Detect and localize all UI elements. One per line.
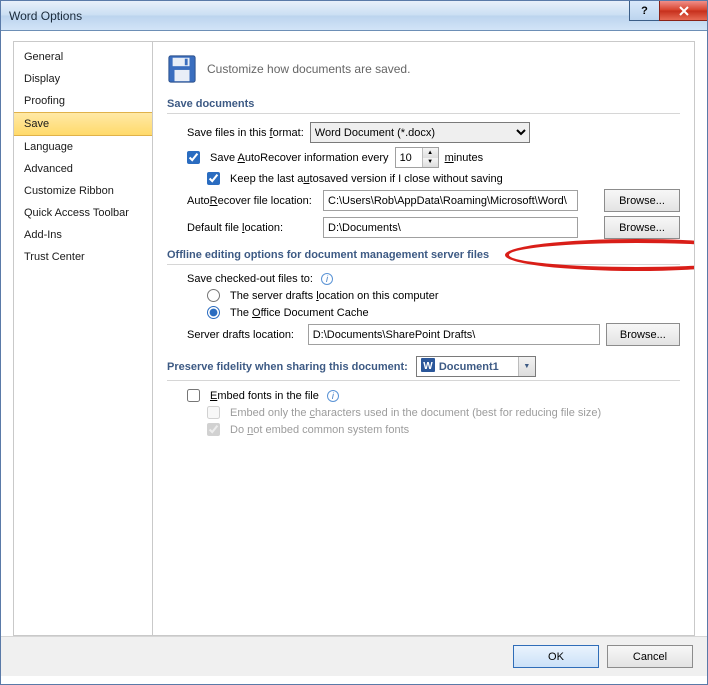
info-icon[interactable]: i	[327, 390, 339, 402]
content-pane: Customize how documents are saved. Save …	[153, 41, 695, 636]
close-icon	[678, 6, 690, 16]
fidelity-label: Preserve fidelity when sharing this docu…	[167, 361, 408, 373]
browse-drafts-button[interactable]: Browse...	[606, 323, 680, 346]
chevron-down-icon: ▼	[518, 357, 535, 376]
radio-server-drafts-label: The server drafts location on this compu…	[230, 290, 439, 302]
sidebar-item-save[interactable]: Save	[14, 112, 152, 136]
embed-fonts-checkbox[interactable]	[187, 389, 200, 402]
sidebar-item-qat[interactable]: Quick Access Toolbar	[14, 202, 152, 224]
radio-office-cache[interactable]	[207, 306, 220, 319]
dialog-footer: OK Cancel	[1, 636, 707, 676]
embed-chars-checkbox	[207, 406, 220, 419]
window-title: Word Options	[9, 9, 82, 23]
radio-server-drafts[interactable]	[207, 289, 220, 302]
fidelity-doc-select[interactable]: W Document1 ▼	[416, 356, 536, 377]
sidebar-item-general[interactable]: General	[14, 46, 152, 68]
group-offline: Offline editing options for document man…	[167, 249, 680, 265]
sidebar-item-language[interactable]: Language	[14, 136, 152, 158]
autorecover-label: Save AutoRecover information every	[210, 152, 389, 164]
sidebar-item-advanced[interactable]: Advanced	[14, 158, 152, 180]
sidebar-item-display[interactable]: Display	[14, 68, 152, 90]
info-icon[interactable]: i	[321, 273, 333, 285]
spinner-up-icon[interactable]: ▲	[423, 148, 438, 158]
autorecover-minutes-spinner[interactable]: 10 ▲▼	[395, 147, 439, 168]
close-button[interactable]	[659, 1, 707, 21]
radio-office-cache-label: The Office Document Cache	[230, 307, 369, 319]
group-fidelity: Preserve fidelity when sharing this docu…	[167, 356, 680, 381]
sidebar-item-addins[interactable]: Add-Ins	[14, 224, 152, 246]
save-format-select[interactable]: Word Document (*.docx)	[310, 122, 530, 143]
group-save-documents: Save documents	[167, 98, 680, 114]
format-label: Save files in this format:	[187, 127, 304, 139]
keep-last-checkbox[interactable]	[207, 172, 220, 185]
fidelity-doc-name: Document1	[439, 361, 499, 373]
server-drafts-label: Server drafts location:	[187, 329, 302, 341]
checked-out-label: Save checked-out files to:	[187, 273, 313, 285]
sidebar-item-customize-ribbon[interactable]: Customize Ribbon	[14, 180, 152, 202]
embed-common-checkbox	[207, 423, 220, 436]
spinner-down-icon[interactable]: ▼	[423, 158, 438, 168]
browse-autorecover-button[interactable]: Browse...	[604, 189, 680, 212]
help-button[interactable]: ?	[629, 1, 659, 21]
default-loc-input[interactable]	[323, 217, 578, 238]
sidebar-item-trust[interactable]: Trust Center	[14, 246, 152, 268]
embed-common-label: Do not embed common system fonts	[230, 424, 409, 436]
sidebar-item-proofing[interactable]: Proofing	[14, 90, 152, 112]
autorecover-checkbox[interactable]	[187, 151, 200, 164]
sidebar: General Display Proofing Save Language A…	[13, 41, 153, 636]
browse-default-button[interactable]: Browse...	[604, 216, 680, 239]
embed-fonts-label: Embed fonts in the file	[210, 390, 319, 402]
svg-text:W: W	[423, 361, 433, 372]
server-drafts-input[interactable]	[308, 324, 600, 345]
floppy-icon	[167, 54, 197, 84]
autorecover-loc-label: AutoRecover file location:	[187, 195, 317, 207]
default-loc-label: Default file location:	[187, 222, 317, 234]
autorecover-minutes-value: 10	[400, 152, 412, 164]
word-doc-icon: W	[421, 358, 435, 375]
titlebar: Word Options ?	[1, 1, 707, 31]
cancel-button[interactable]: Cancel	[607, 645, 693, 668]
autorecover-loc-input[interactable]	[323, 190, 578, 211]
minutes-label: minutes	[445, 152, 484, 164]
keep-last-label: Keep the last autosaved version if I clo…	[230, 173, 503, 185]
embed-chars-label: Embed only the characters used in the do…	[230, 407, 601, 419]
ok-button[interactable]: OK	[513, 645, 599, 668]
header-tagline: Customize how documents are saved.	[207, 62, 410, 76]
